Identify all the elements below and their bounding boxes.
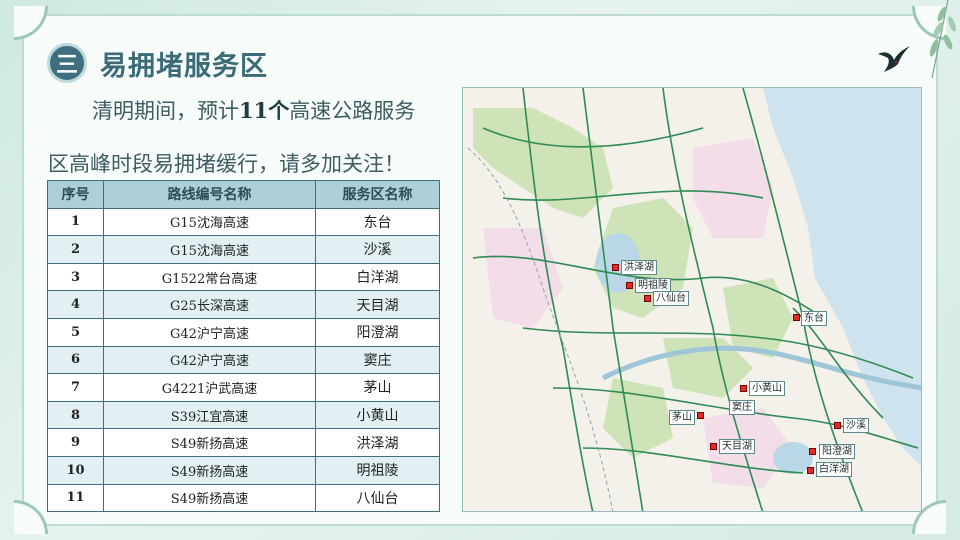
row-route: G42沪宁高速 [103, 345, 316, 375]
row-index: 10 [47, 455, 104, 485]
row-area: 窦庄 [315, 345, 440, 375]
row-index: 6 [47, 345, 104, 375]
row-area: 天目湖 [315, 290, 440, 319]
map-label-shaxi: 沙溪 [843, 418, 869, 433]
table-header-row: 序号 路线编号名称 服务区名称 [47, 180, 440, 209]
map-label-tianmuhu: 天目湖 [719, 439, 755, 454]
row-index: 3 [47, 262, 104, 292]
row-area: 东台 [315, 207, 440, 237]
table-row: 5 G42沪宁高速 阳澄湖 [47, 317, 440, 347]
row-area: 白洋湖 [315, 262, 440, 292]
row-route: S49新扬高速 [103, 455, 316, 485]
row-route: G4221沪武高速 [103, 373, 316, 402]
row-index: 7 [47, 373, 104, 402]
row-route: G25长深高速 [103, 290, 316, 319]
row-area: 洪泽湖 [315, 428, 440, 457]
row-route: G42沪宁高速 [103, 317, 316, 347]
map-label-douzhuang: 窦庄 [729, 400, 755, 415]
row-index: 5 [47, 317, 104, 347]
service-area-marker [807, 467, 814, 474]
row-area: 小黄山 [315, 400, 440, 430]
expressway-map: 洪泽湖 明祖陵 八仙台 东台 小黄山 窦庄 茅山 天目湖 沙溪 阳澄湖 白洋湖 [462, 87, 922, 512]
row-route: S49新扬高速 [103, 483, 316, 513]
section-number-badge: 三 [47, 43, 87, 83]
table-row: 2 G15沈海高速 沙溪 [47, 235, 440, 264]
service-area-marker [644, 295, 651, 302]
row-route: G1522常台高速 [103, 262, 316, 292]
service-area-marker [809, 448, 816, 455]
table-row: 4 G25长深高速 天目湖 [47, 290, 440, 319]
row-index: 2 [47, 235, 104, 264]
service-area-marker [740, 385, 747, 392]
row-index: 11 [47, 483, 104, 513]
map-label-yangchenghu: 阳澄湖 [819, 444, 855, 459]
table-row: 8 S39江宜高速 小黄山 [47, 400, 440, 430]
row-index: 4 [47, 290, 104, 319]
table-row: 11 S49新扬高速 八仙台 [47, 483, 440, 513]
column-header-index: 序号 [47, 180, 104, 209]
intro-count: 11个 [239, 98, 290, 123]
intro-prefix: 清明期间，预计 [92, 99, 239, 123]
row-area: 茅山 [315, 373, 440, 402]
row-area: 阳澄湖 [315, 317, 440, 347]
map-label-xiaohuangshan: 小黄山 [749, 381, 785, 396]
map-label-dongtai: 东台 [801, 311, 827, 326]
willow-leaves-icon [929, 0, 956, 79]
row-route: S49新扬高速 [103, 428, 316, 457]
row-area: 明祖陵 [315, 455, 440, 485]
service-area-table: 序号 路线编号名称 服务区名称 1 G15沈海高速 东台 2 G15沈海高速 沙溪 3G… [47, 180, 440, 513]
table-row: 1 G15沈海高速 东台 [47, 207, 440, 237]
row-index: 8 [47, 400, 104, 430]
table-row: 10 S49新扬高速 明祖陵 [47, 455, 440, 485]
table-row: 6 G42沪宁高速 窦庄 [47, 345, 440, 375]
row-route: S39江宜高速 [103, 400, 316, 430]
column-header-route: 路线编号名称 [103, 180, 316, 209]
map-label-baiyanghu: 白洋湖 [816, 462, 852, 477]
map-label-baxiantai: 八仙台 [653, 291, 689, 306]
row-route: G15沈海高速 [103, 207, 316, 237]
service-area-marker [697, 412, 704, 419]
row-index: 1 [47, 207, 104, 237]
intro-suffix: 高速公路服务 [289, 99, 416, 123]
table-row: 3 G1522常台高速 白洋湖 [47, 262, 440, 292]
row-index: 9 [47, 428, 104, 457]
table-row: 9 S49新扬高速 洪泽湖 [47, 428, 440, 457]
swallow-icon [878, 46, 910, 72]
service-area-marker [793, 314, 800, 321]
map-label-maoshan: 茅山 [669, 410, 695, 425]
service-area-marker [612, 264, 619, 271]
table-row: 7 G4221沪武高速 茅山 [47, 373, 440, 402]
column-header-area: 服务区名称 [315, 180, 440, 209]
page-title: 易拥堵服务区 [100, 51, 268, 82]
row-area: 八仙台 [315, 483, 440, 513]
row-route: G15沈海高速 [103, 235, 316, 264]
service-area-marker [626, 282, 633, 289]
service-area-marker [710, 443, 717, 450]
service-area-marker [834, 422, 841, 429]
map-label-hongzehu: 洪泽湖 [621, 260, 657, 275]
intro-paragraph: 清明期间，预计11个高速公路服务 区高峰时段易拥堵缓行，请多加关注！ [48, 84, 446, 191]
row-area: 沙溪 [315, 235, 440, 264]
